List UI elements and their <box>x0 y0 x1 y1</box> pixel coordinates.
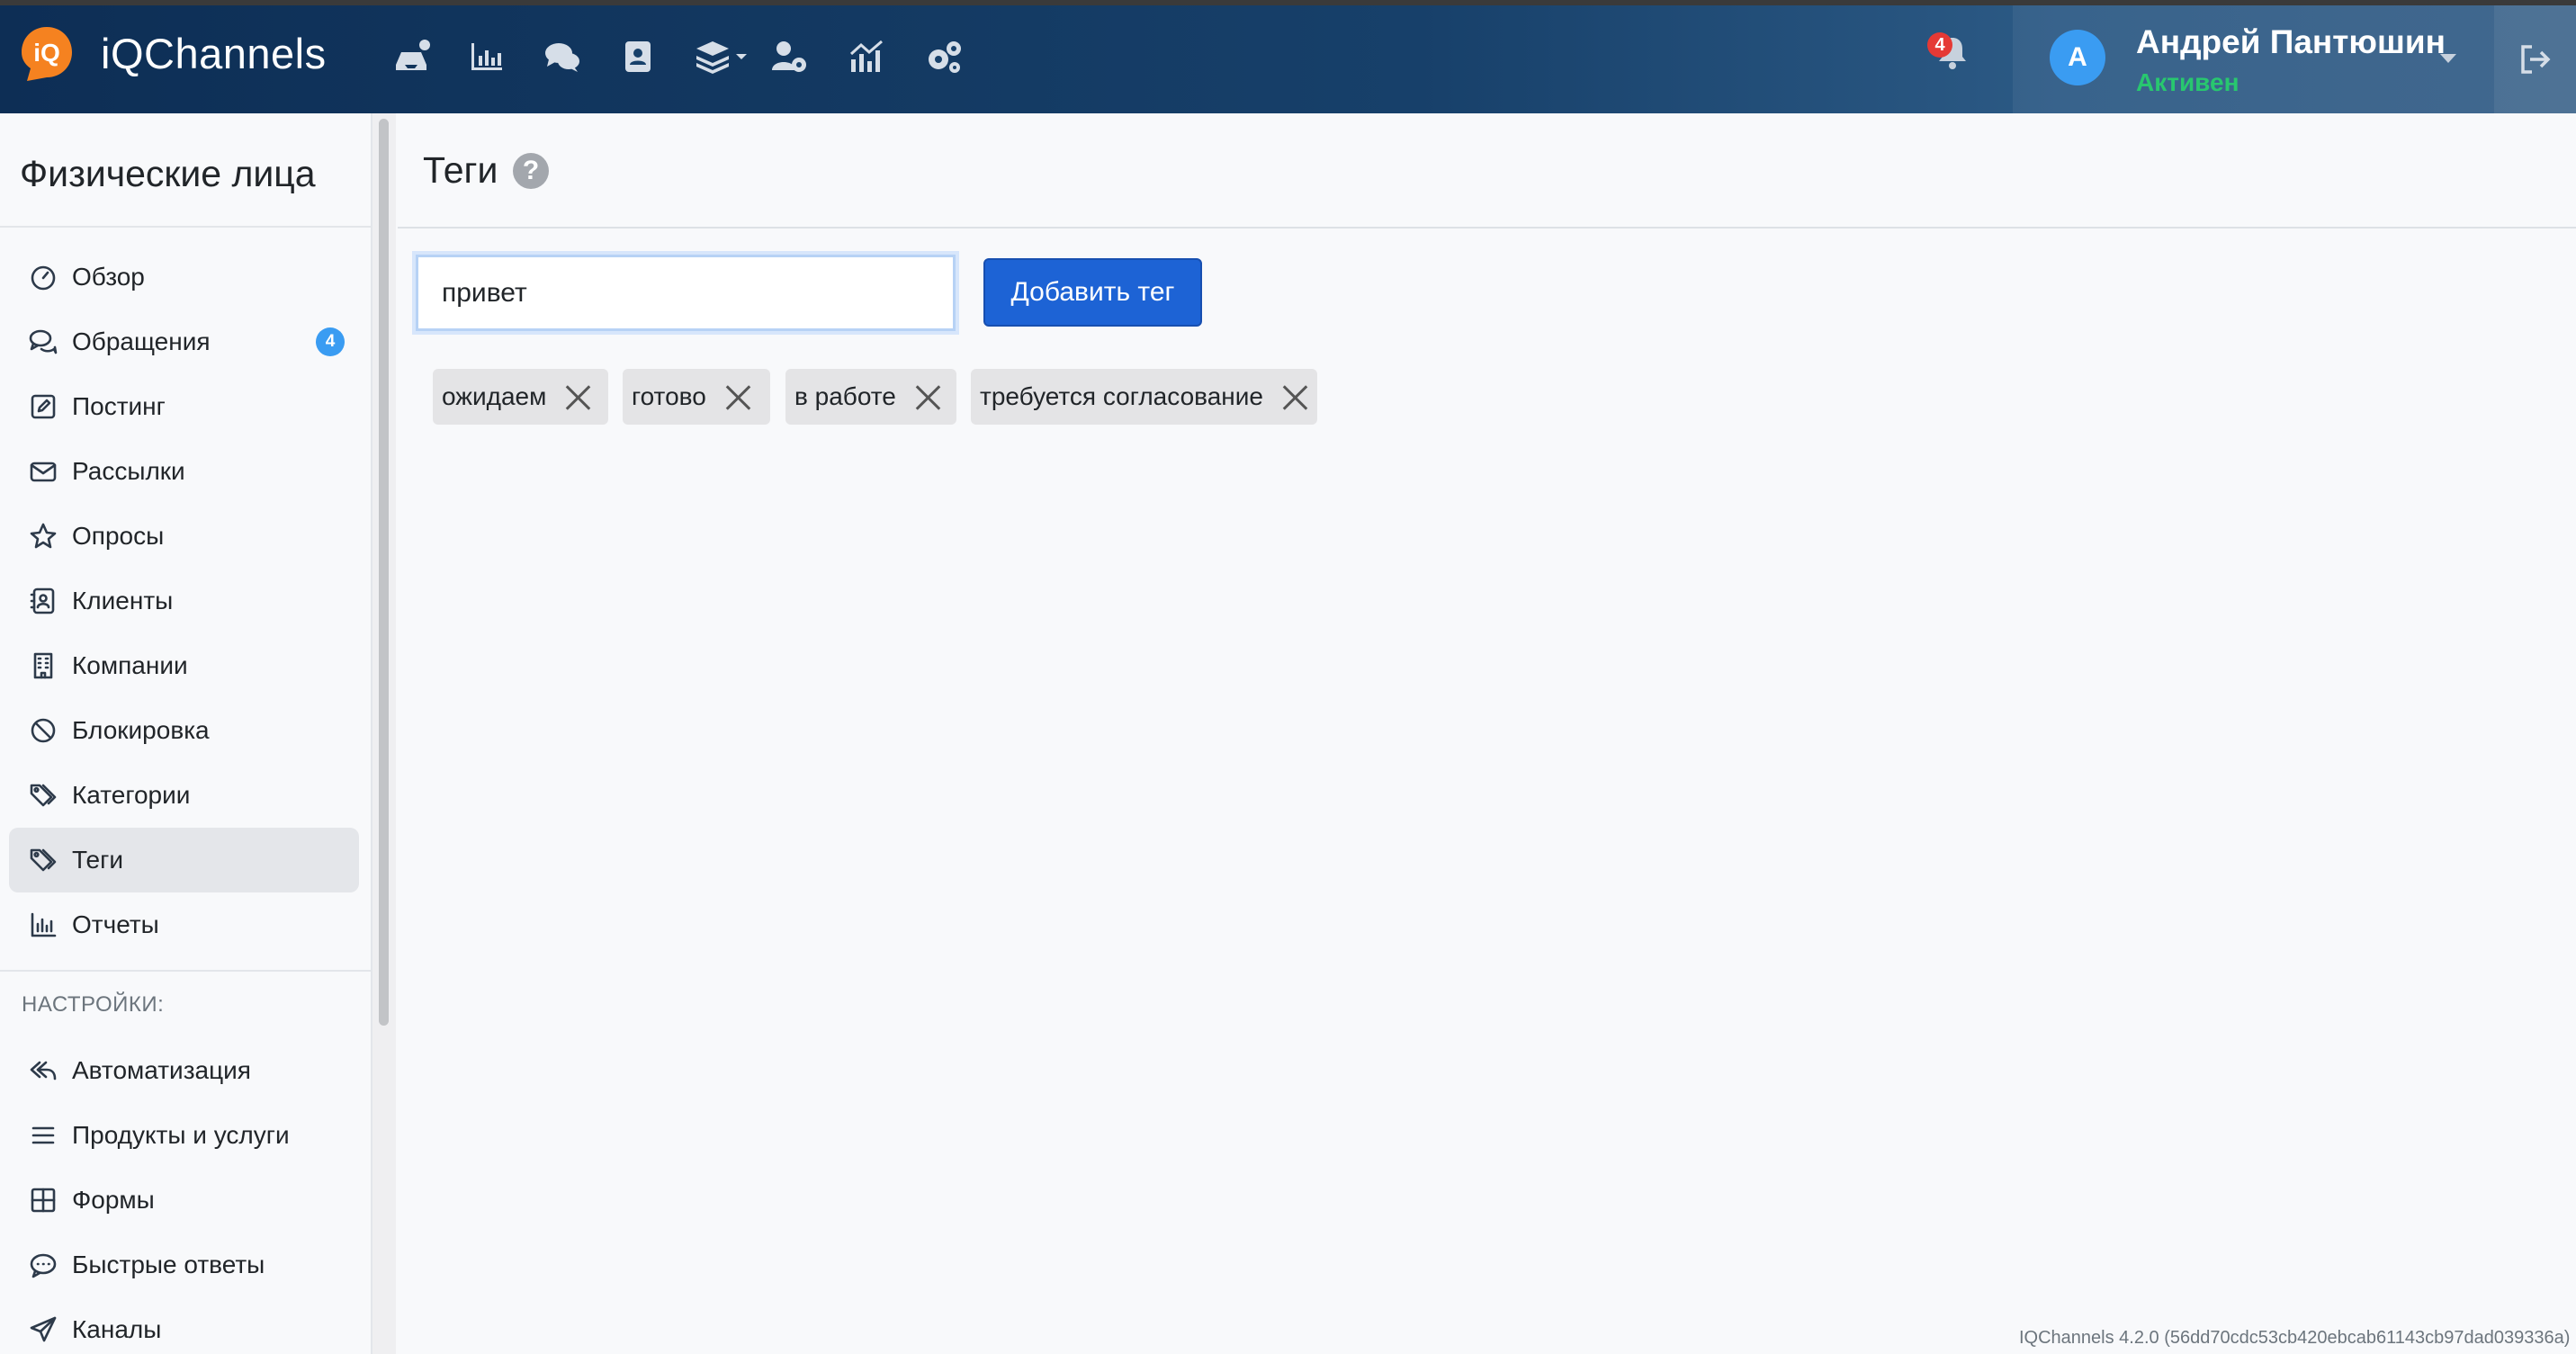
brand-name: iQChannels <box>101 30 327 77</box>
gears-icon[interactable] <box>923 36 965 77</box>
app-version: IQChannels 4.2.0 (56dd70cdc53cb420ebcab6… <box>2019 1328 2571 1348</box>
sidebar-item-label: Категории <box>72 781 191 809</box>
notifications-badge: 4 <box>1927 32 1952 58</box>
sidebar-item-surveys[interactable]: Опросы <box>9 504 359 569</box>
sidebar-item-label: Рассылки <box>72 457 185 485</box>
add-tag-button[interactable]: Добавить тег <box>983 258 1202 327</box>
page-header <box>398 113 2576 229</box>
tag-chip: ожидаем <box>433 369 608 425</box>
sidebar-item-label: Компании <box>72 651 188 679</box>
sidebar-item-label: Автоматизация <box>72 1056 251 1084</box>
sidebar-item-automation[interactable]: Автоматизация <box>9 1038 359 1103</box>
comments-icon <box>27 326 59 358</box>
user-name[interactable]: Андрей Пантюшин <box>2136 23 2446 61</box>
edit-icon <box>27 390 59 423</box>
sidebar-divider <box>0 226 372 228</box>
envelope-icon <box>27 455 59 488</box>
tag-chip: в работе <box>785 369 956 425</box>
tag-chip: готово <box>623 369 770 425</box>
sidebar-item-companies[interactable]: Компании <box>9 633 359 698</box>
sidebar-item-label: Опросы <box>72 522 165 550</box>
tag-label: в работе <box>794 382 896 410</box>
contact-card-icon <box>27 585 59 617</box>
sidebar-item-mailings[interactable]: Рассылки <box>9 439 359 504</box>
sidebar-item-posting[interactable]: Постинг <box>9 374 359 439</box>
sidebar-item-label: Продукты и услуги <box>72 1121 290 1149</box>
bar-chart-icon <box>27 909 59 941</box>
chevron-down-icon[interactable] <box>2440 54 2456 63</box>
sidebar-item-tags[interactable]: Теги <box>9 828 359 892</box>
tag-label: готово <box>632 382 706 410</box>
sidebar-item-products[interactable]: Продукты и услуги <box>9 1103 359 1168</box>
app-logo[interactable]: iQ <box>20 25 74 83</box>
requests-count-badge: 4 <box>316 327 345 356</box>
inbox-icon[interactable] <box>390 36 432 77</box>
remove-tag-icon[interactable] <box>912 381 943 412</box>
user-settings-icon[interactable] <box>768 36 810 77</box>
sidebar-item-label: Отчеты <box>72 910 159 938</box>
sidebar-item-label: Клиенты <box>72 587 174 614</box>
analytics-icon[interactable] <box>846 36 887 77</box>
svg-text:iQ: iQ <box>33 39 60 67</box>
sidebar-scrollbar-thumb[interactable] <box>379 119 389 1026</box>
avatar[interactable]: А <box>2050 30 2105 85</box>
chat-icon[interactable] <box>542 36 583 77</box>
tags-icon <box>27 844 59 876</box>
ban-icon <box>27 714 59 747</box>
help-icon[interactable]: ? <box>513 153 549 189</box>
remove-tag-icon[interactable] <box>723 381 753 412</box>
logout-button[interactable] <box>2494 5 2576 113</box>
tag-chip: требуется согласование <box>971 369 1317 425</box>
sidebar-item-label: Теги <box>72 846 123 874</box>
sidebar-item-overview[interactable]: Обзор <box>9 245 359 309</box>
sidebar-item-blocking[interactable]: Блокировка <box>9 698 359 763</box>
grid-icon <box>27 1184 59 1216</box>
contacts-icon[interactable] <box>617 36 659 77</box>
comment-dots-icon <box>27 1249 59 1281</box>
tag-label: ожидаем <box>442 382 547 410</box>
sidebar-item-categories[interactable]: Категории <box>9 763 359 828</box>
tags-icon <box>27 779 59 812</box>
remove-tag-icon[interactable] <box>1279 381 1306 412</box>
page-title: Теги <box>423 149 498 191</box>
sidebar-item-label: Блокировка <box>72 716 210 744</box>
sidebar-item-reports[interactable]: Отчеты <box>9 892 359 957</box>
sidebar-item-label: Каналы <box>72 1315 162 1343</box>
sidebar-item-forms[interactable]: Формы <box>9 1168 359 1233</box>
sidebar-item-label: Обзор <box>72 263 145 291</box>
sidebar-divider <box>0 970 372 972</box>
sidebar-item-label: Постинг <box>72 392 166 420</box>
star-icon <box>27 520 59 552</box>
user-status: Активен <box>2136 68 2239 96</box>
tag-label: требуется согласование <box>980 382 1263 410</box>
layers-icon[interactable] <box>693 36 752 77</box>
dashboard-icon <box>27 261 59 293</box>
sidebar-item-label: Обращения <box>72 327 211 355</box>
sidebar-item-quick-replies[interactable]: Быстрые ответы <box>9 1233 359 1297</box>
building-icon <box>27 650 59 682</box>
settings-section-heading: НАСТРОЙКИ: <box>22 992 165 1017</box>
tag-name-input[interactable] <box>416 255 956 331</box>
chart-icon[interactable] <box>466 36 507 77</box>
list-icon <box>27 1119 59 1152</box>
sidebar-title: Физические лица <box>20 153 316 194</box>
sidebar-item-channels[interactable]: Каналы <box>9 1297 359 1354</box>
sidebar-item-requests[interactable]: Обращения <box>9 309 359 374</box>
sidebar-item-clients[interactable]: Клиенты <box>9 569 359 633</box>
logout-icon <box>2520 45 2550 74</box>
remove-tag-icon[interactable] <box>562 381 593 412</box>
paper-plane-icon <box>27 1314 59 1346</box>
reply-all-icon <box>27 1054 59 1087</box>
sidebar-item-label: Быстрые ответы <box>72 1251 265 1278</box>
sidebar-item-label: Формы <box>72 1186 155 1214</box>
